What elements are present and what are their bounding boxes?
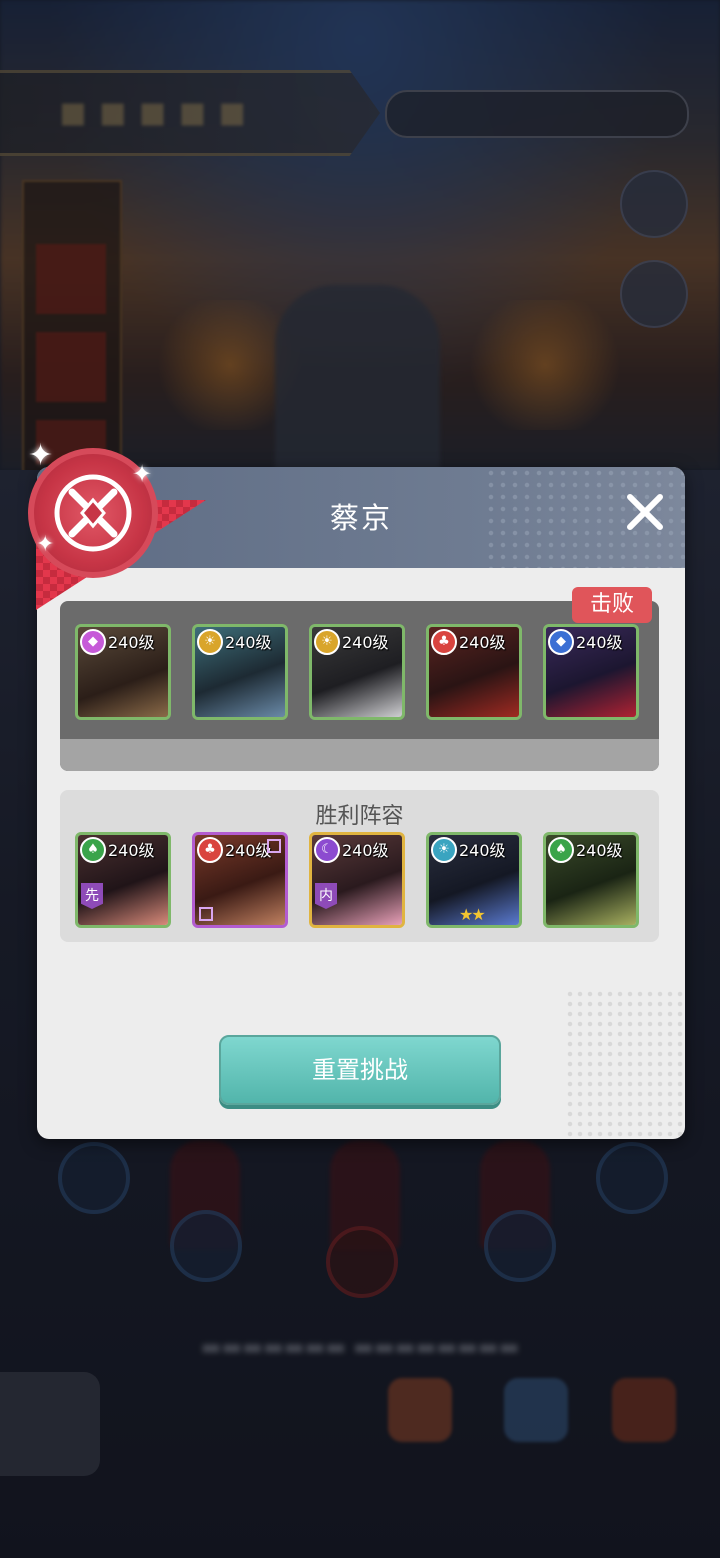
- battle-record-dialog: 蔡京 ◆ 240级 ☀ 240级 ☀ 240级 ♣ 240级 ◆ 240级 击败…: [37, 467, 685, 1139]
- hero-level: 240级: [342, 841, 389, 860]
- victory-hero-card[interactable]: ♣ 240级: [192, 832, 288, 928]
- role-badge: 先: [81, 883, 103, 909]
- victory-hero-card[interactable]: ♠ 240级: [543, 832, 639, 928]
- hero-level: 240级: [225, 633, 272, 652]
- club-faction-icon: ♣: [431, 629, 457, 655]
- enemy-hero-card[interactable]: ☀ 240级: [309, 624, 405, 720]
- star-rating: ★★: [459, 905, 486, 924]
- diamond-faction-icon: ◆: [548, 629, 574, 655]
- dialog-body: ◆ 240级 ☀ 240级 ☀ 240级 ♣ 240级 ◆ 240级 击败 胜利…: [37, 568, 685, 1139]
- enemy-hero-card[interactable]: ☀ 240级: [192, 624, 288, 720]
- sun-faction-icon: ☀: [197, 629, 223, 655]
- spade-faction-icon: ♠: [80, 837, 106, 863]
- spade-faction-icon: ♠: [548, 837, 574, 863]
- hero-level: 240级: [459, 841, 506, 860]
- sun-faction-icon: ☀: [314, 629, 340, 655]
- sparkle-icon: ✦: [36, 532, 55, 557]
- sun-faction-icon: ☀: [431, 837, 457, 863]
- hero-level: 240级: [108, 633, 155, 652]
- enemy-hero-card[interactable]: ◆ 240级: [543, 624, 639, 720]
- diamond-faction-icon: ◆: [80, 629, 106, 655]
- enemy-lineup-panel: ◆ 240级 ☀ 240级 ☀ 240级 ♣ 240级 ◆ 240级: [60, 601, 659, 771]
- victory-hero-card[interactable]: ☾ 240级 内: [309, 832, 405, 928]
- victory-lineup-title: 胜利阵容: [315, 804, 404, 829]
- victory-lineup-panel: 胜利阵容 ♠ 240级 先 ♣ 240级 ☾ 240级 内 ☀ 240级 ★★ …: [60, 790, 659, 942]
- reset-challenge-button[interactable]: 重置挑战: [219, 1035, 501, 1105]
- hero-level: 240级: [576, 841, 623, 860]
- sparkle-icon: ✦: [28, 438, 54, 473]
- role-badge: 内: [315, 883, 337, 909]
- hero-level: 240级: [108, 841, 155, 860]
- hero-level: 240级: [576, 633, 623, 652]
- hero-level: 240级: [342, 633, 389, 652]
- defeated-badge: 击败: [572, 587, 652, 623]
- sparkle-icon: ✦: [132, 460, 153, 488]
- enemy-hero-card[interactable]: ◆ 240级: [75, 624, 171, 720]
- moon-faction-icon: ☾: [314, 837, 340, 863]
- victory-hero-card[interactable]: ♠ 240级 先: [75, 832, 171, 928]
- enemy-hero-card[interactable]: ♣ 240级: [426, 624, 522, 720]
- hero-level: 240级: [225, 841, 272, 860]
- club-faction-icon: ♣: [197, 837, 223, 863]
- victory-hero-card[interactable]: ☀ 240级 ★★: [426, 832, 522, 928]
- close-icon[interactable]: [622, 489, 668, 535]
- hero-level: 240级: [459, 633, 506, 652]
